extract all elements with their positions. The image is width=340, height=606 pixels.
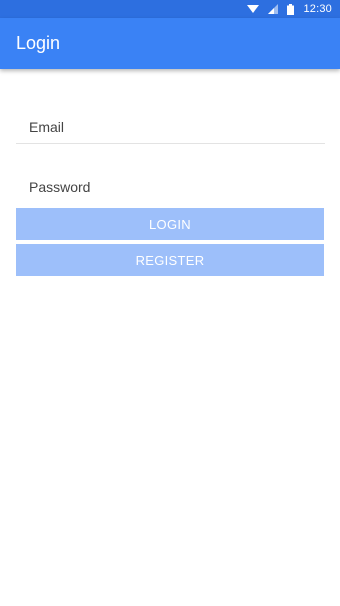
wifi-icon xyxy=(247,4,260,14)
login-screen: 12:30 Login LOGIN REGISTER xyxy=(0,0,340,606)
password-field[interactable] xyxy=(16,170,325,204)
battery-icon xyxy=(287,3,295,15)
page-title: Login xyxy=(16,33,61,53)
password-field-container xyxy=(16,170,325,204)
email-field-container xyxy=(16,110,325,144)
status-time: 12:30 xyxy=(303,3,332,15)
signal-icon xyxy=(268,4,279,14)
status-bar: 12:30 xyxy=(0,0,340,18)
app-bar: Login xyxy=(0,18,340,69)
email-field[interactable] xyxy=(16,110,325,143)
register-button[interactable]: REGISTER xyxy=(16,244,324,276)
login-button[interactable]: LOGIN xyxy=(16,208,324,240)
